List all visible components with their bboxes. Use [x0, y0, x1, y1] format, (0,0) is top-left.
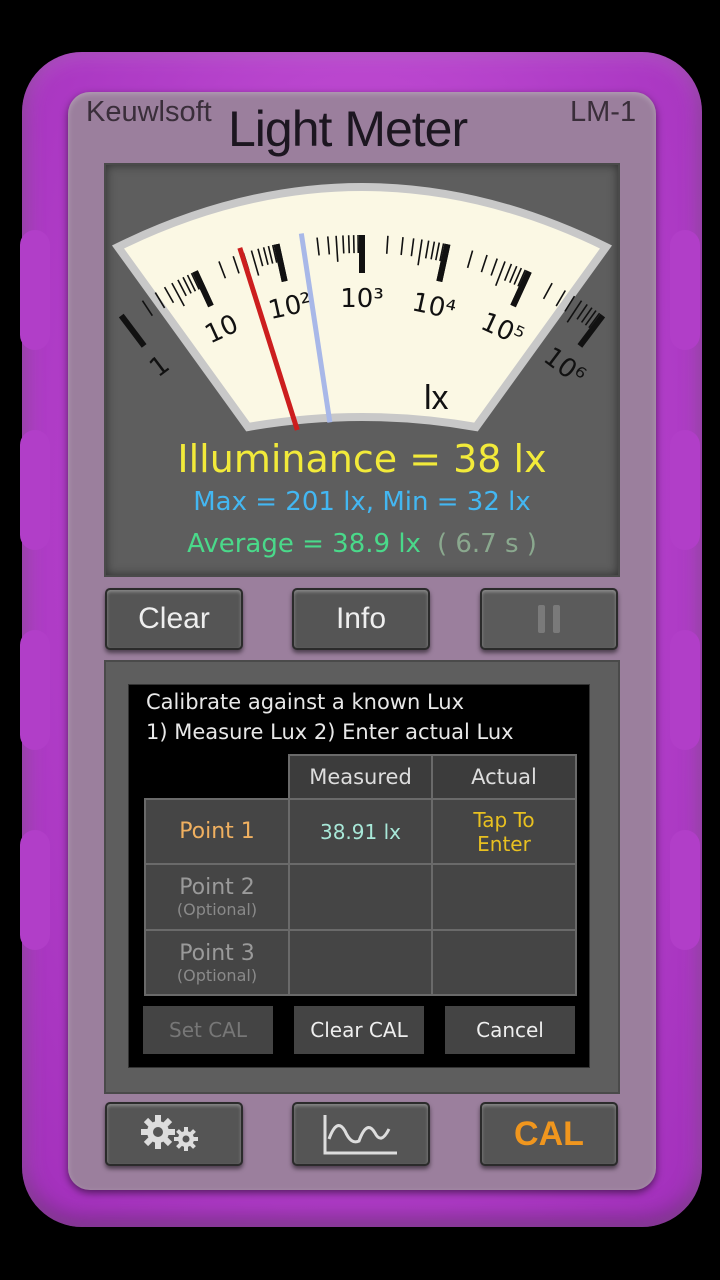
- tap-to-enter-line2: Enter: [477, 831, 531, 856]
- app-title: Light Meter: [228, 101, 468, 157]
- measured-header: Measured: [288, 754, 433, 800]
- average-readout: Average = 38.9 lx ( 6.7 s ): [106, 529, 618, 559]
- clear-button[interactable]: Clear: [105, 588, 243, 650]
- set-cal-button[interactable]: Set CAL: [143, 1006, 273, 1054]
- illuminance-readout: Illuminance = 38 lx: [177, 437, 547, 481]
- casing-grip: [670, 430, 700, 550]
- pause-button[interactable]: [480, 588, 618, 650]
- calibration-instruction: Calibrate against a known Lux: [146, 690, 465, 714]
- casing-grip: [20, 630, 50, 750]
- point-3-measured: [288, 929, 433, 996]
- scale-label: 1: [144, 350, 175, 384]
- pause-icon-bar: [553, 605, 560, 633]
- point-2-label: Point 2 (Optional): [144, 863, 290, 931]
- graph-icon: [323, 1115, 397, 1155]
- point-1-actual-input[interactable]: Tap To Enter: [431, 798, 577, 865]
- max-min-readout: Max = 201 lx, Min = 32 lx: [193, 487, 531, 517]
- minor-tick: [141, 300, 154, 317]
- minor-tick: [347, 235, 351, 254]
- average-time: ( 6.7 s ): [436, 529, 537, 559]
- actual-header: Actual: [431, 754, 577, 800]
- point-3-label: Point 3 (Optional): [144, 929, 290, 996]
- info-button[interactable]: Info: [292, 588, 430, 650]
- pause-icon: [538, 605, 545, 633]
- settings-button[interactable]: [105, 1102, 243, 1166]
- casing-grip: [20, 230, 50, 350]
- meter-display: 1 10 10² 10³ 10⁴ 10⁵ 10⁶ lx Illuminance = 38 l…: [104, 163, 620, 577]
- gears-icon: [141, 1115, 198, 1151]
- point-label: Point 3: [179, 940, 255, 966]
- casing-grip: [670, 230, 700, 350]
- point-label: Point 1: [179, 819, 255, 844]
- point-2-measured: [288, 863, 433, 931]
- point-label: Point 2: [179, 875, 255, 900]
- gauge-unit: lx: [424, 379, 449, 417]
- casing-grip: [20, 830, 50, 950]
- scale-label: 10³: [340, 284, 384, 314]
- casing-grip: [670, 830, 700, 950]
- analog-gauge: 11010² 10³ 10⁴10⁵10⁶ lx: [111, 183, 613, 432]
- calibration-steps: 1) Measure Lux 2) Enter actual Lux: [146, 720, 514, 744]
- point-1-label: Point 1: [144, 798, 290, 865]
- scale-label: 10⁶: [538, 342, 591, 392]
- average-value: Average = 38.9 lx: [187, 529, 421, 559]
- point-1-measured: 38.91 lx: [288, 798, 433, 865]
- point-2-actual-input[interactable]: [431, 863, 577, 931]
- cal-button[interactable]: CAL: [480, 1102, 618, 1166]
- graph-button[interactable]: [292, 1102, 430, 1166]
- casing-grip: [20, 430, 50, 550]
- clear-cal-button[interactable]: Clear CAL: [294, 1006, 424, 1054]
- point-3-actual-input[interactable]: [431, 929, 577, 996]
- major-tick: [118, 313, 147, 348]
- minor-tick: [342, 235, 345, 254]
- model-label: LM-1: [570, 96, 637, 128]
- optional-label: (Optional): [176, 965, 258, 985]
- brand-label: Keuwlsoft: [86, 96, 212, 128]
- cancel-button[interactable]: Cancel: [445, 1006, 575, 1054]
- tap-to-enter-line1: Tap To: [473, 807, 535, 832]
- optional-label: (Optional): [176, 900, 258, 919]
- casing-grip: [670, 630, 700, 750]
